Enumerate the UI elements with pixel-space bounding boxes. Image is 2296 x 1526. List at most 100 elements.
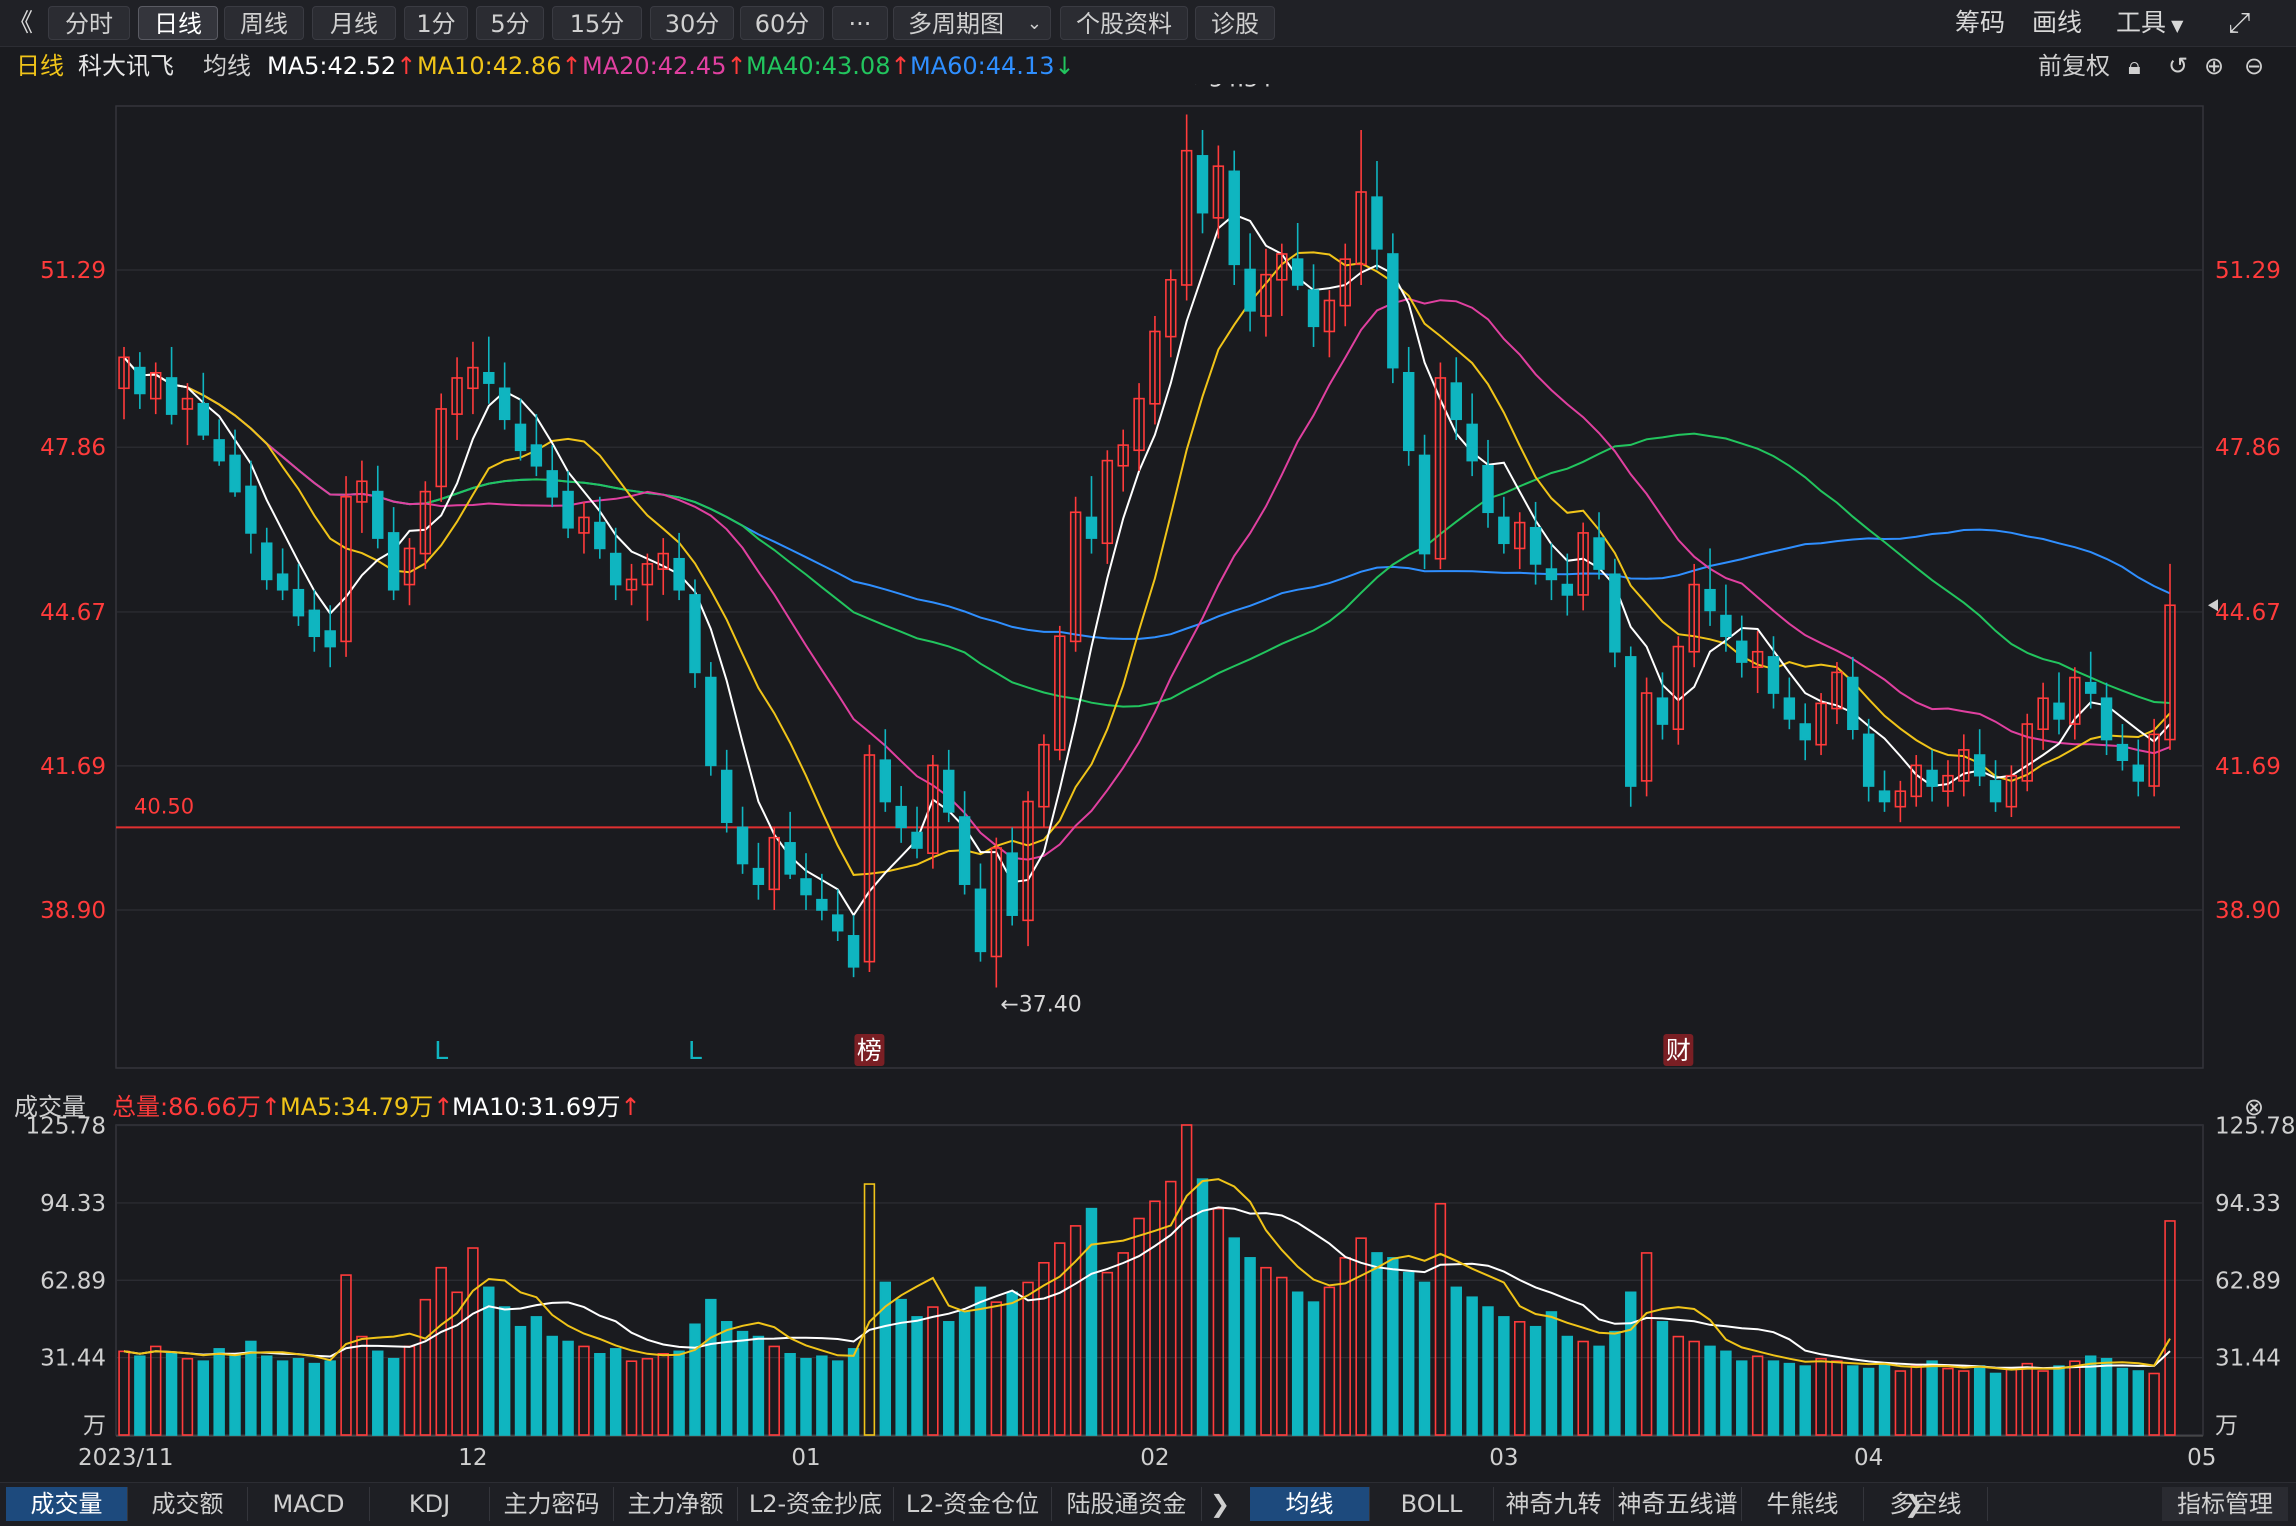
kline-chart[interactable]: 51.29 51.29 47.86 47.86 44.67 44.67 41.69 41.69… <box>0 84 2296 1482</box>
volume-bar <box>197 1360 210 1436</box>
overlay-tab-3[interactable]: 神奇五线谱 <box>1614 1487 1742 1521</box>
indicator-tab-3[interactable]: KDJ <box>370 1487 490 1521</box>
volume-bar <box>546 1335 558 1436</box>
tab-15min-button[interactable]: 15分 <box>552 6 642 40</box>
volume-bar <box>816 1355 828 1436</box>
candle <box>927 755 939 869</box>
close-icon[interactable]: ⊗ <box>2244 1090 2264 1124</box>
volume-bar <box>2021 1362 2033 1436</box>
candle-body <box>530 444 543 467</box>
tab-5min-button[interactable]: 5分 <box>476 6 544 40</box>
candle-body <box>276 573 289 591</box>
candle-body <box>832 914 844 932</box>
tab-multi-period-button[interactable]: 多周期图 ⌄ <box>893 6 1051 40</box>
candle <box>1149 315 1161 425</box>
candle-body <box>911 831 923 849</box>
volume-bar <box>1482 1306 1494 1436</box>
indicator-tab-8[interactable]: 陆股通资金 <box>1052 1487 1202 1521</box>
adjust-button[interactable]: 前复权 <box>2038 48 2110 84</box>
volume-bar <box>181 1357 194 1436</box>
candle-body <box>134 366 146 395</box>
overlay-tab-4[interactable]: 牛熊线 <box>1742 1487 1864 1521</box>
high-price-label: ←54.34 <box>1191 84 1272 93</box>
candle <box>847 915 860 978</box>
volume-bar <box>2148 1372 2160 1436</box>
indicator-tab-1[interactable]: 成交额 <box>128 1487 248 1521</box>
overlay-tab-0[interactable]: 均线 <box>1250 1487 1370 1521</box>
tab-diagnose-button[interactable]: 诊股 <box>1195 6 1275 40</box>
tab-time-share-button[interactable]: 分时 <box>48 6 130 40</box>
candle <box>1196 130 1209 234</box>
tab-monthly-button[interactable]: 月线 <box>312 6 396 40</box>
indicator-tab-0[interactable]: 成交量 <box>6 1487 128 1521</box>
candle <box>1418 434 1431 570</box>
candle <box>816 873 828 921</box>
back-button[interactable]: 《 <box>8 6 33 40</box>
ma-info-bar: 日线 科大讯飞 均线 MA5:42.52↑ MA10:42.86↑ MA20:4… <box>0 48 2296 84</box>
chevron-right-icon[interactable]: ❯ <box>1200 1487 1240 1521</box>
candle <box>514 398 527 461</box>
volume-bar <box>1260 1266 1272 1436</box>
event-marker: L <box>434 1036 448 1065</box>
zoom-in-icon[interactable]: ⊕ <box>2204 48 2224 84</box>
volume-bar <box>356 1335 368 1436</box>
volume-bar <box>1307 1301 1320 1436</box>
tab-more-button[interactable]: ··· <box>832 6 888 40</box>
period-label: 日线 <box>16 52 64 80</box>
volume-bar <box>1561 1335 1574 1436</box>
candle <box>292 563 305 626</box>
volume-bar <box>1149 1200 1161 1436</box>
candle-body <box>1767 656 1780 694</box>
candle <box>1989 760 2002 812</box>
candle <box>2021 713 2033 792</box>
volume-bar <box>863 1183 876 1436</box>
ma-label[interactable]: 均线 <box>203 48 251 84</box>
tab-stock-profile-button[interactable]: 个股资料 <box>1060 6 1188 40</box>
volume-bar <box>1276 1276 1288 1436</box>
indicator-tab-4[interactable]: 主力密码 <box>490 1487 614 1521</box>
candle-body <box>562 490 574 529</box>
volume-bar <box>720 1321 733 1436</box>
tab-daily-button[interactable]: 日线 <box>138 6 218 40</box>
volume-bar <box>1704 1345 1716 1436</box>
date-axis-label: 05 <box>2187 1445 2216 1471</box>
candle <box>974 863 987 962</box>
undo-icon[interactable]: ↺ <box>2168 48 2188 84</box>
tab-weekly-button[interactable]: 周线 <box>224 6 304 40</box>
draw-line-button[interactable]: 画线 <box>2032 6 2082 40</box>
candle <box>181 383 194 446</box>
candle <box>578 501 590 554</box>
tab-1min-button[interactable]: 1分 <box>404 6 468 40</box>
candle-body <box>1085 516 1098 539</box>
candle <box>1799 703 1811 761</box>
chips-button[interactable]: 筹码 <box>1955 6 2005 40</box>
candle <box>1545 543 1558 601</box>
tab-30min-button[interactable]: 30分 <box>650 6 734 40</box>
indicator-tab-6[interactable]: L2-资金抄底 <box>738 1487 894 1521</box>
indicator-tab-7[interactable]: L2-资金仓位 <box>894 1487 1052 1521</box>
lock-icon[interactable]: 🔒︎ <box>2128 48 2141 84</box>
candle-body <box>800 878 812 896</box>
expand-icon[interactable]: ⤢ <box>2228 6 2250 40</box>
volume-bar <box>1291 1291 1304 1436</box>
zoom-out-icon[interactable]: ⊖ <box>2244 48 2264 84</box>
candle <box>720 749 733 833</box>
indicator-tab-5[interactable]: 主力净额 <box>614 1487 738 1521</box>
tools-button[interactable]: 工具 ▼ <box>2116 6 2183 40</box>
chevron-right-icon[interactable]: ❯ <box>1894 1487 1934 1521</box>
overlay-tab-2[interactable]: 神奇九转 <box>1494 1487 1614 1521</box>
indicator-tab-2[interactable]: MACD <box>248 1487 370 1521</box>
candle <box>1878 770 1891 812</box>
candle-body <box>165 377 178 415</box>
candle <box>340 476 352 657</box>
candle-body <box>594 521 606 550</box>
volume-bar <box>1085 1207 1098 1436</box>
indicator-manage-button[interactable]: 指标管理 <box>2162 1487 2288 1521</box>
tab-60min-button[interactable]: 60分 <box>740 6 824 40</box>
candle-body <box>784 842 796 875</box>
price-axis-label-right: 47.86 <box>2215 435 2281 461</box>
volume-bar <box>2005 1367 2018 1436</box>
candle <box>483 336 495 404</box>
candle <box>863 744 876 972</box>
overlay-tab-1[interactable]: BOLL <box>1370 1487 1494 1521</box>
